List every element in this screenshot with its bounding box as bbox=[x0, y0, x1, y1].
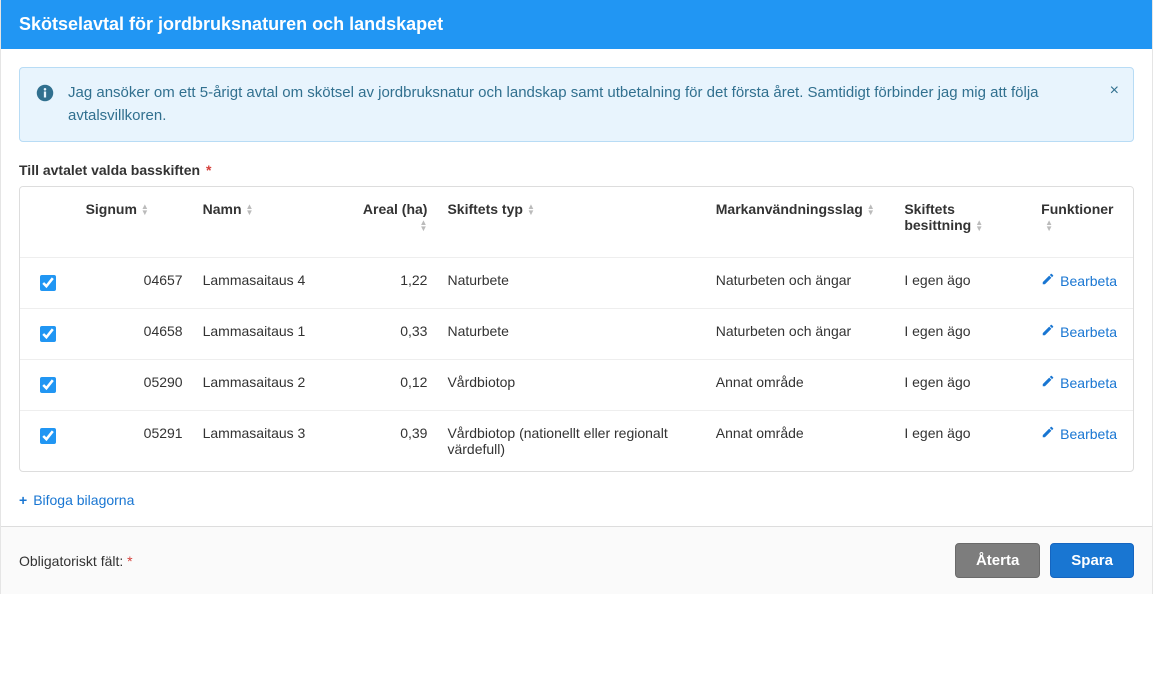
cell-areal: 0,12 bbox=[350, 360, 438, 411]
footer-actions: Återta Spara bbox=[955, 543, 1134, 578]
row-checkbox[interactable] bbox=[40, 428, 56, 444]
revert-button[interactable]: Återta bbox=[955, 543, 1040, 578]
parcels-table-wrap: Signum ▲▼ Namn ▲▼ Areal (ha) ▲▼ Skiftets ty… bbox=[19, 186, 1134, 472]
sort-icon: ▲▼ bbox=[867, 204, 875, 216]
edit-row-label: Bearbeta bbox=[1060, 426, 1117, 442]
info-icon bbox=[36, 84, 54, 105]
sort-icon: ▲▼ bbox=[141, 204, 149, 216]
table-body: 04657Lammasaitaus 41,22NaturbeteNaturbet… bbox=[20, 258, 1133, 472]
edit-row-label: Bearbeta bbox=[1060, 375, 1117, 391]
col-funk[interactable]: Funktioner ▲▼ bbox=[1031, 187, 1133, 258]
sort-icon: ▲▼ bbox=[420, 220, 428, 232]
cell-typ: Vårdbiotop bbox=[437, 360, 705, 411]
cell-besitt: I egen ägo bbox=[894, 309, 1031, 360]
footer-bar: Obligatoriskt fält: * Återta Spara bbox=[1, 526, 1152, 594]
cell-signum: 05290 bbox=[76, 360, 193, 411]
attach-files-link[interactable]: + Bifoga bilagorna bbox=[19, 492, 134, 508]
page-title: Skötselavtal för jordbruksnaturen och la… bbox=[19, 14, 443, 34]
cell-typ: Naturbete bbox=[437, 309, 705, 360]
alert-close-button[interactable]: × bbox=[1106, 78, 1123, 104]
cell-signum: 05291 bbox=[76, 411, 193, 472]
sort-icon: ▲▼ bbox=[246, 204, 254, 216]
page: Skötselavtal för jordbruksnaturen och la… bbox=[0, 0, 1153, 594]
save-button[interactable]: Spara bbox=[1050, 543, 1134, 578]
cell-besitt: I egen ägo bbox=[894, 411, 1031, 472]
cell-areal: 0,39 bbox=[350, 411, 438, 472]
col-signum-label: Signum bbox=[86, 201, 137, 217]
table-row: 04658Lammasaitaus 10,33NaturbeteNaturbet… bbox=[20, 309, 1133, 360]
cell-typ: Naturbete bbox=[437, 258, 705, 309]
sort-icon: ▲▼ bbox=[1045, 220, 1053, 232]
cell-mark: Annat område bbox=[706, 360, 895, 411]
edit-row-link[interactable]: Bearbeta bbox=[1041, 323, 1117, 340]
cell-typ: Vårdbiotop (nationellt eller regionalt v… bbox=[437, 411, 705, 472]
table-row: 05291Lammasaitaus 30,39Vårdbiotop (natio… bbox=[20, 411, 1133, 472]
col-mark-label: Markanvändningsslag bbox=[716, 201, 863, 217]
sort-icon: ▲▼ bbox=[527, 204, 535, 216]
sort-icon: ▲▼ bbox=[975, 220, 983, 232]
col-besitt-label: Skiftets besittning bbox=[904, 201, 971, 233]
edit-row-link[interactable]: Bearbeta bbox=[1041, 272, 1117, 289]
col-signum[interactable]: Signum ▲▼ bbox=[76, 187, 193, 258]
edit-row-link[interactable]: Bearbeta bbox=[1041, 374, 1117, 391]
edit-icon bbox=[1041, 374, 1055, 391]
edit-row-link[interactable]: Bearbeta bbox=[1041, 425, 1117, 442]
cell-mark: Naturbeten och ängar bbox=[706, 309, 895, 360]
attach-files-label: Bifoga bilagorna bbox=[33, 492, 134, 508]
cell-mark: Naturbeten och ängar bbox=[706, 258, 895, 309]
col-namn-label: Namn bbox=[203, 201, 242, 217]
table-header-row: Signum ▲▼ Namn ▲▼ Areal (ha) ▲▼ Skiftets ty… bbox=[20, 187, 1133, 258]
required-field-note: Obligatoriskt fält: * bbox=[19, 553, 133, 569]
required-marker: * bbox=[206, 162, 211, 178]
content-area: Jag ansöker om ett 5-årigt avtal om sköt… bbox=[1, 49, 1152, 526]
col-areal-label: Areal (ha) bbox=[363, 201, 428, 217]
table-row: 04657Lammasaitaus 41,22NaturbeteNaturbet… bbox=[20, 258, 1133, 309]
cell-namn: Lammasaitaus 2 bbox=[193, 360, 350, 411]
edit-icon bbox=[1041, 272, 1055, 289]
col-mark[interactable]: Markanvändningsslag ▲▼ bbox=[706, 187, 895, 258]
parcels-table: Signum ▲▼ Namn ▲▼ Areal (ha) ▲▼ Skiftets ty… bbox=[20, 187, 1133, 471]
col-namn[interactable]: Namn ▲▼ bbox=[193, 187, 350, 258]
cell-mark: Annat område bbox=[706, 411, 895, 472]
cell-besitt: I egen ägo bbox=[894, 360, 1031, 411]
page-header: Skötselavtal för jordbruksnaturen och la… bbox=[1, 0, 1152, 49]
col-check bbox=[20, 187, 76, 258]
edit-row-label: Bearbeta bbox=[1060, 273, 1117, 289]
edit-row-label: Bearbeta bbox=[1060, 324, 1117, 340]
cell-namn: Lammasaitaus 3 bbox=[193, 411, 350, 472]
required-marker: * bbox=[127, 553, 132, 569]
row-checkbox[interactable] bbox=[40, 275, 56, 291]
cell-namn: Lammasaitaus 1 bbox=[193, 309, 350, 360]
edit-icon bbox=[1041, 323, 1055, 340]
section-label: Till avtalet valda basskiften * bbox=[19, 162, 1134, 178]
col-typ[interactable]: Skiftets typ ▲▼ bbox=[437, 187, 705, 258]
cell-areal: 0,33 bbox=[350, 309, 438, 360]
cell-areal: 1,22 bbox=[350, 258, 438, 309]
col-funk-label: Funktioner bbox=[1041, 201, 1113, 217]
info-alert: Jag ansöker om ett 5-årigt avtal om sköt… bbox=[19, 67, 1134, 142]
edit-icon bbox=[1041, 425, 1055, 442]
alert-text: Jag ansöker om ett 5-årigt avtal om sköt… bbox=[68, 82, 1117, 127]
cell-besitt: I egen ägo bbox=[894, 258, 1031, 309]
col-typ-label: Skiftets typ bbox=[447, 201, 522, 217]
row-checkbox[interactable] bbox=[40, 377, 56, 393]
section-label-text: Till avtalet valda basskiften bbox=[19, 162, 200, 178]
table-row: 05290Lammasaitaus 20,12VårdbiotopAnnat o… bbox=[20, 360, 1133, 411]
cell-namn: Lammasaitaus 4 bbox=[193, 258, 350, 309]
col-areal[interactable]: Areal (ha) ▲▼ bbox=[350, 187, 438, 258]
row-checkbox[interactable] bbox=[40, 326, 56, 342]
cell-signum: 04657 bbox=[76, 258, 193, 309]
required-field-label: Obligatoriskt fält: bbox=[19, 553, 123, 569]
plus-icon: + bbox=[19, 492, 27, 508]
col-besitt[interactable]: Skiftets besittning ▲▼ bbox=[894, 187, 1031, 258]
cell-signum: 04658 bbox=[76, 309, 193, 360]
